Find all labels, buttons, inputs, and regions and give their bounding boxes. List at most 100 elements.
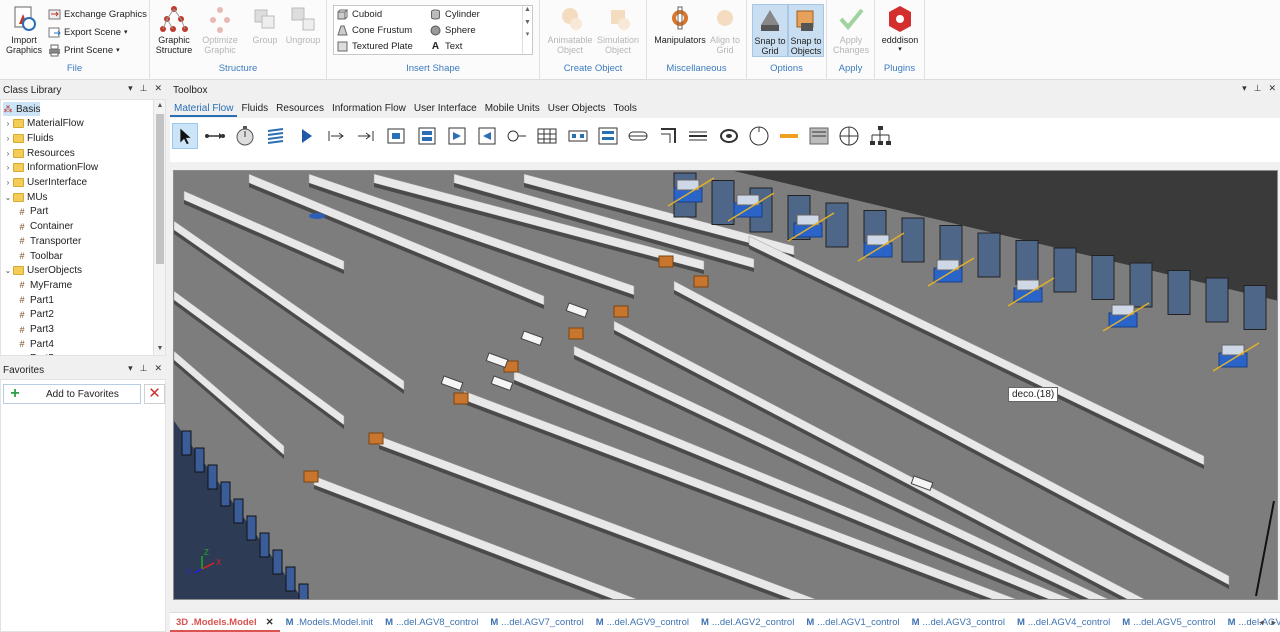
text-shape-button[interactable]: A Text (430, 41, 463, 52)
tree-item[interactable]: #Part5 (17, 352, 53, 355)
worker-icon[interactable] (806, 123, 832, 149)
tree-item[interactable]: ⌄ UserObjects (3, 264, 82, 278)
toolbox-tab[interactable]: Mobile Units (481, 101, 544, 117)
remove-favorite-button[interactable]: ✕ (144, 384, 165, 404)
document-tab[interactable]: M ...del.AGV9_control (590, 613, 695, 632)
scroll-thumb[interactable] (156, 114, 164, 264)
source-icon[interactable] (293, 123, 319, 149)
chevron-left-icon[interactable]: ◂ (1259, 617, 1264, 628)
toolbox-tab[interactable]: Material Flow (170, 101, 238, 117)
angular-converter-icon[interactable] (655, 123, 681, 149)
sphere-button[interactable]: Sphere (430, 25, 476, 36)
dropdown-icon[interactable]: ▾ (128, 363, 133, 374)
chevron-right-icon[interactable]: › (3, 134, 13, 143)
turntable-icon[interactable] (685, 123, 711, 149)
cuboid-button[interactable]: Cuboid (337, 9, 382, 20)
close-icon[interactable]: ✕ (266, 617, 274, 630)
document-tab[interactable]: M ...del.AGV8_control (379, 613, 484, 632)
pin-icon[interactable]: ⊥ (140, 363, 148, 374)
tree-item[interactable]: › Resources (3, 146, 75, 160)
chevron-down-icon[interactable]: ⌄ (3, 193, 13, 202)
chevron-right-icon[interactable]: › (3, 163, 13, 172)
event-controller-icon[interactable] (232, 123, 258, 149)
line-icon[interactable] (625, 123, 651, 149)
apply-changes-button[interactable]: Apply Changes (831, 4, 871, 55)
hierarchy-icon[interactable] (867, 123, 893, 149)
sorter-icon[interactable] (595, 123, 621, 149)
tree-item[interactable]: ⌄ MUs (3, 190, 48, 204)
chevron-right-icon[interactable]: › (3, 178, 13, 187)
toolbox-tab[interactable]: Information Flow (328, 101, 410, 117)
tree-item[interactable]: # Part2 (17, 308, 53, 322)
chevron-down-icon[interactable]: ⌄ (3, 266, 13, 275)
agv-vehicle[interactable] (303, 470, 319, 483)
flow-control-icon[interactable] (263, 123, 289, 149)
tree-scrollbar[interactable]: ▲ ▼ (153, 100, 165, 355)
cylinder-button[interactable]: Cylinder (430, 9, 480, 20)
group-button[interactable]: Group (245, 4, 285, 45)
toolbox-tab[interactable]: Fluids (237, 101, 272, 117)
animatable-object-button[interactable]: Animatable Object (546, 4, 594, 55)
document-tab[interactable]: M ...del.AGV2_control (695, 613, 800, 632)
snap-to-grid-button[interactable]: Snap to Grid (752, 4, 788, 57)
3d-viewport[interactable]: Z X Y (173, 170, 1278, 600)
graphic-structure-button[interactable]: Graphic Structure (154, 4, 194, 55)
cone-frustum-button[interactable]: Cone Frustum (337, 25, 412, 36)
dropdown-icon[interactable]: ▾ (128, 83, 133, 94)
optimize-graphic-button[interactable]: Optimize Graphic (200, 4, 240, 55)
textured-plate-button[interactable]: Textured Plate (337, 41, 413, 52)
tree-item[interactable]: # Toolbar (17, 249, 62, 263)
tree-item[interactable]: # Part3 (17, 323, 53, 337)
assembly-icon[interactable] (444, 123, 470, 149)
snap-to-objects-button[interactable]: Snap to Objects (788, 4, 824, 57)
dismantle-icon[interactable] (474, 123, 500, 149)
agv-vehicle[interactable] (613, 305, 629, 318)
toolbox-tab[interactable]: Resources (272, 101, 328, 117)
scroll-up-icon[interactable]: ▲ (154, 100, 165, 112)
pointer-icon[interactable] (172, 123, 198, 149)
document-tab[interactable]: M ...del.AGV5_control (1116, 613, 1221, 632)
buffer-icon[interactable] (565, 123, 591, 149)
exchange-graphics-button[interactable]: Exchange Graphics (48, 6, 147, 22)
chevron-right-icon[interactable]: › (3, 119, 13, 128)
ungroup-button[interactable]: Ungroup (283, 4, 323, 45)
tree-item[interactable]: # Part4 (17, 337, 53, 351)
track-icon[interactable] (716, 123, 742, 149)
agv-vehicle[interactable] (693, 275, 709, 288)
manipulators-button[interactable]: Manipulators (651, 4, 709, 45)
shift-icon[interactable] (504, 123, 530, 149)
close-icon[interactable]: ✕ (1268, 83, 1276, 94)
export-scene-button[interactable]: Export Scene ▾ (48, 24, 128, 40)
tree-item[interactable]: › UserInterface (3, 176, 87, 190)
toolbox-tab[interactable]: Tools (610, 101, 641, 117)
tree-item[interactable]: › Fluids (3, 131, 54, 145)
document-tab[interactable]: M .Models.Model.init (280, 613, 379, 632)
drain-icon[interactable] (353, 123, 379, 149)
import-graphics-button[interactable]: Import Graphics (4, 4, 44, 55)
exit-strategy-icon[interactable] (836, 123, 862, 149)
edddison-button[interactable]: edddison ▾ (879, 4, 921, 55)
agv-vehicle[interactable] (658, 255, 674, 268)
document-tab[interactable]: 3D .Models.Model ✕ (170, 613, 280, 632)
close-icon[interactable]: ✕ (154, 83, 162, 94)
align-to-grid-button[interactable]: Align to Grid (707, 4, 743, 55)
scroll-down-icon[interactable]: ▼ (154, 343, 165, 355)
connector-icon[interactable] (202, 123, 228, 149)
chevron-right-icon[interactable]: ▸ (1271, 617, 1276, 628)
pin-icon[interactable]: ⊥ (140, 83, 148, 94)
agv-vehicle[interactable] (453, 392, 469, 405)
toolbox-tab[interactable]: User Objects (544, 101, 610, 117)
pin-icon[interactable]: ⊥ (1254, 83, 1262, 94)
agv-vehicle[interactable] (568, 327, 584, 340)
single-proc-icon[interactable] (323, 123, 349, 149)
tree-item[interactable]: # Transporter (17, 234, 81, 248)
agv-vehicle[interactable] (368, 432, 384, 445)
tree-item[interactable]: › MaterialFlow (3, 117, 84, 131)
parallel-station-icon[interactable] (414, 123, 440, 149)
simulation-object-button[interactable]: Simulation Object (594, 4, 642, 55)
station-icon[interactable] (383, 123, 409, 149)
tree-item[interactable]: › InformationFlow (3, 161, 98, 175)
tree-item[interactable]: # MyFrame (17, 278, 72, 292)
scene-canvas[interactable]: Z X Y (174, 171, 1278, 600)
tree-item[interactable]: ⁂ Basis (3, 102, 41, 116)
